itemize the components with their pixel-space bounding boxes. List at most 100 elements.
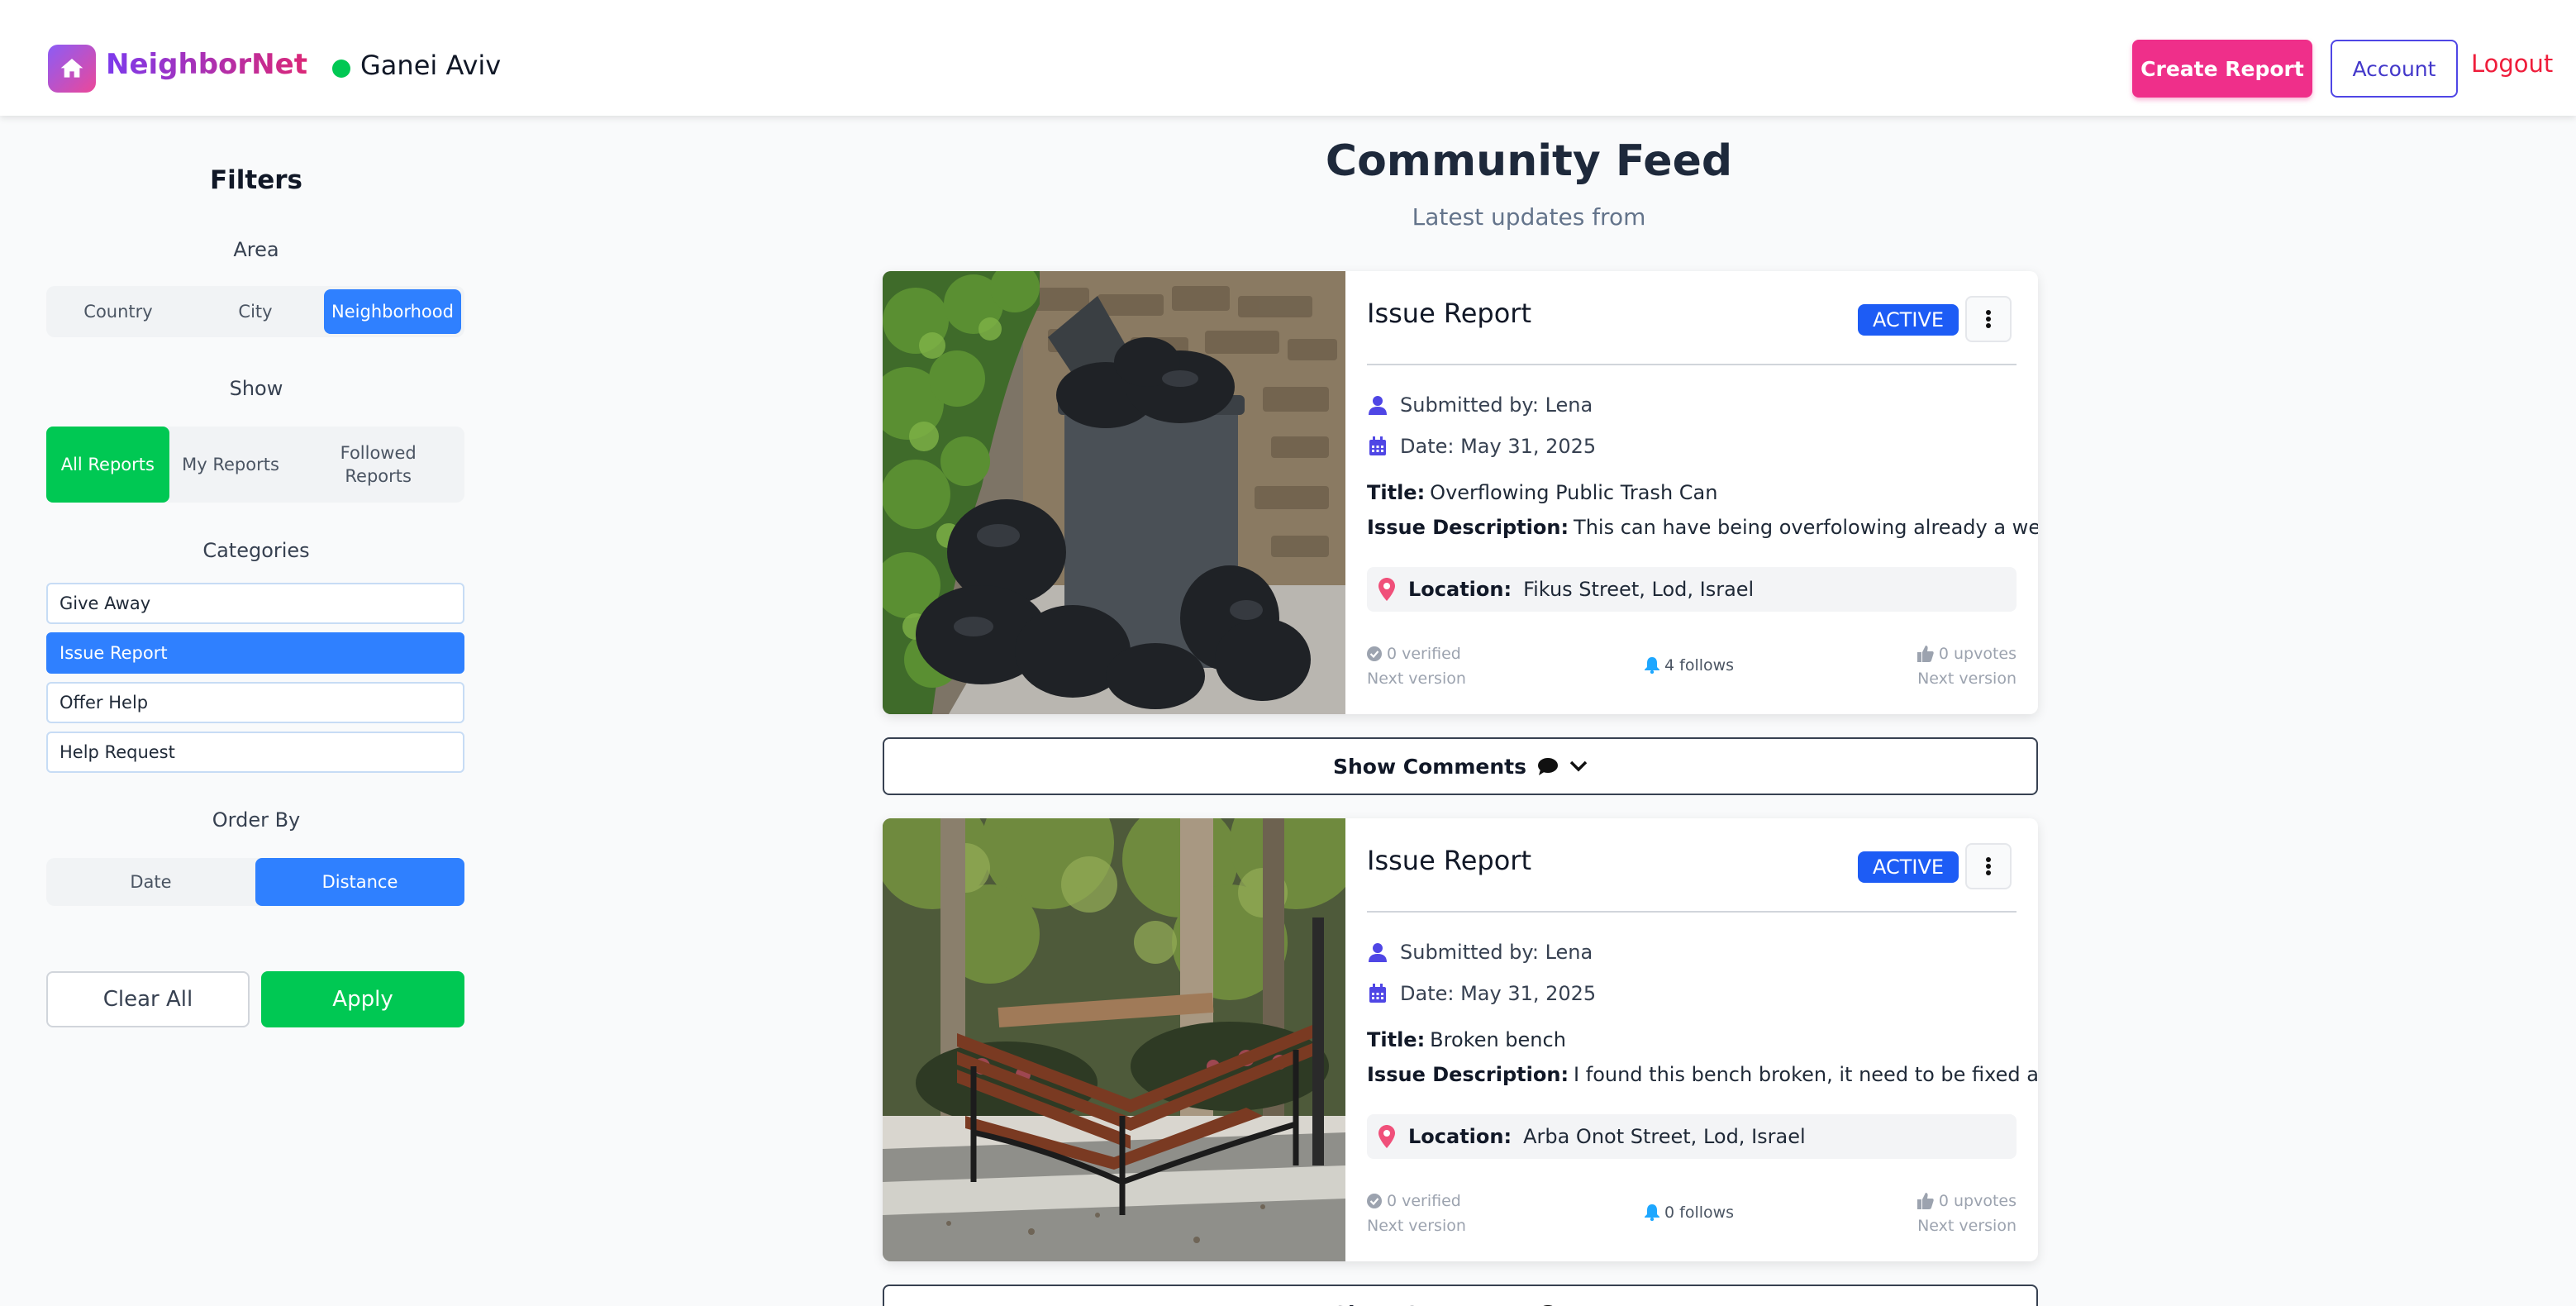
calendar-icon (1367, 436, 1388, 456)
show-comments-label: Show Comments (1333, 1302, 1526, 1306)
follows-count: 4 follows (1664, 656, 1735, 674)
check-circle-icon (1367, 646, 1382, 662)
date-row: Date: May 31, 2025 (1367, 435, 1596, 458)
date-row: Date: May 31, 2025 (1367, 982, 1596, 1005)
status-badge: ACTIVE (1858, 851, 1959, 883)
divider (1367, 364, 2017, 365)
title-label: Title: (1367, 1028, 1426, 1051)
show-comments-label: Show Comments (1333, 754, 1526, 779)
category-give-away[interactable]: Give Away (46, 583, 464, 624)
category-help-request[interactable]: Help Request (46, 732, 464, 773)
post-description: This can have being overfolowing already… (1574, 516, 2038, 539)
clear-all-button[interactable]: Clear All (46, 971, 250, 1027)
area-label: Area (233, 238, 279, 261)
upvote-stat: 0 upvotes Next version (1917, 641, 2017, 692)
post-description-row: Issue Description: I found this bench bro… (1367, 1063, 2038, 1086)
post-date: Date: May 31, 2025 (1400, 435, 1597, 458)
submitted-by: Submitted by: Lena (1400, 393, 1593, 417)
location-label: Location: (1408, 1125, 1512, 1148)
categories-label: Categories (202, 539, 310, 562)
post-type: Issue Report (1367, 298, 1531, 329)
follows-count: 0 follows (1664, 1204, 1735, 1222)
post-image-broken-bench[interactable] (883, 818, 1345, 1261)
check-circle-icon (1367, 1194, 1382, 1209)
show-option-followed-reports[interactable]: Followed Reports (292, 427, 464, 503)
verified-count: 0 verified (1387, 1192, 1461, 1210)
follow-stat[interactable]: 4 follows (1645, 653, 1734, 678)
description-label: Issue Description: (1367, 516, 1569, 539)
post-description-row: Issue Description: This can have being ov… (1367, 516, 2038, 539)
verified-count: 0 verified (1387, 645, 1461, 663)
order-by-label: Order By (212, 808, 301, 832)
post-card: Issue Report ACTIVE Submitted by: Lena D… (883, 271, 2038, 714)
upvotes-note: Next version (1917, 670, 2017, 689)
post-title: Overflowing Public Trash Can (1430, 481, 1718, 504)
show-comments-button[interactable]: Show Comments (883, 737, 2038, 795)
show-option-all-reports[interactable]: All Reports (46, 427, 169, 503)
post-body: Issue Report ACTIVE Submitted by: Lena D… (1367, 818, 2038, 1261)
thumbs-up-icon (1917, 1193, 1934, 1210)
follow-stat[interactable]: 0 follows (1645, 1200, 1734, 1225)
show-label: Show (229, 377, 283, 400)
page-subtitle: Latest updates from (1412, 203, 1646, 231)
user-icon (1367, 395, 1388, 415)
post-location: Fikus Street, Lod, Israel (1523, 578, 1755, 601)
divider (1367, 911, 2017, 913)
upvotes-count: 0 upvotes (1938, 645, 2017, 663)
map-pin-icon (1378, 1125, 1395, 1148)
map-pin-icon (1378, 578, 1395, 601)
category-issue-report[interactable]: Issue Report (46, 632, 464, 674)
post-date: Date: May 31, 2025 (1400, 982, 1597, 1005)
kebab-menu-icon[interactable] (1965, 843, 2012, 889)
area-option-neighborhood[interactable]: Neighborhood (324, 289, 461, 334)
upvotes-note: Next version (1917, 1217, 2017, 1236)
area-segmented-control: Country City Neighborhood (46, 286, 464, 337)
submitted-by-row: Submitted by: Lena (1367, 393, 1593, 417)
calendar-icon (1367, 984, 1388, 1003)
verified-note: Next version (1367, 670, 1466, 689)
show-option-my-reports[interactable]: My Reports (169, 427, 293, 503)
post-card: Issue Report ACTIVE Submitted by: Lena D… (883, 818, 2038, 1261)
current-neighborhood: Ganei Aviv (360, 50, 502, 81)
order-option-date[interactable]: Date (46, 858, 255, 906)
app-logo-text[interactable]: NeighborNet (106, 48, 307, 81)
post-type: Issue Report (1367, 845, 1531, 876)
logout-button[interactable]: Logout (2471, 50, 2553, 78)
post-image-trash-can[interactable] (883, 271, 1345, 714)
post-description: I found this bench broken, it need to be… (1574, 1063, 2038, 1086)
submitted-by: Submitted by: Lena (1400, 941, 1593, 964)
post-title-row: Title: Overflowing Public Trash Can (1367, 481, 1717, 504)
area-option-country[interactable]: Country (50, 289, 187, 334)
post-title-row: Title: Broken bench (1367, 1028, 1566, 1051)
account-button[interactable]: Account (2331, 40, 2458, 98)
filters-title: Filters (209, 165, 302, 195)
status-badge: ACTIVE (1858, 304, 1959, 336)
user-icon (1367, 942, 1388, 962)
top-navbar: NeighborNet Ganei Aviv Create Report Acc… (0, 0, 2576, 116)
category-offer-help[interactable]: Offer Help (46, 682, 464, 723)
location-box: Location: Arba Onot Street, Lod, Israel (1367, 1114, 2017, 1159)
filters-sidebar: Filters Area Country City Neighborhood S… (0, 116, 512, 1306)
description-label: Issue Description: (1367, 1063, 1569, 1086)
location-box: Location: Fikus Street, Lod, Israel (1367, 567, 2017, 612)
post-location: Arba Onot Street, Lod, Israel (1523, 1125, 1806, 1148)
order-option-distance[interactable]: Distance (255, 858, 464, 906)
comment-icon (1537, 758, 1558, 775)
show-segmented-control: All Reports My Reports Followed Reports (46, 427, 464, 503)
kebab-menu-icon[interactable] (1965, 296, 2012, 342)
area-option-city[interactable]: City (187, 289, 324, 334)
home-icon[interactable] (48, 45, 96, 93)
show-comments-button[interactable]: Show Comments (883, 1285, 2038, 1306)
categories-list: Give Away Issue Report Offer Help Help R… (46, 583, 464, 781)
page-title: Community Feed (1325, 136, 1733, 186)
chevron-down-icon (1569, 760, 1588, 772)
verified-note: Next version (1367, 1217, 1466, 1236)
thumbs-up-icon (1917, 646, 1934, 663)
upvote-stat: 0 upvotes Next version (1917, 1189, 2017, 1239)
title-label: Title: (1367, 481, 1426, 504)
create-report-button[interactable]: Create Report (2132, 40, 2312, 98)
bell-icon (1645, 1204, 1659, 1222)
apply-button[interactable]: Apply (261, 971, 464, 1027)
submitted-by-row: Submitted by: Lena (1367, 941, 1593, 964)
location-label: Location: (1408, 578, 1512, 601)
